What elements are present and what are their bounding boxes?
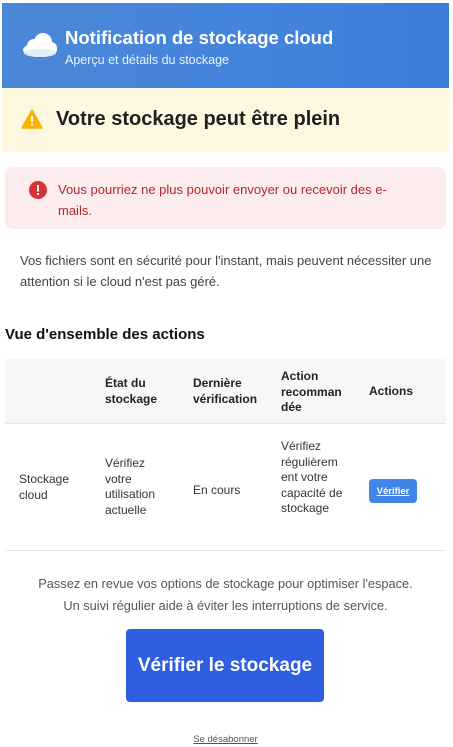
footer-text: Passez en revue vos options de stockage … (2, 573, 449, 617)
error-circle-icon (29, 181, 47, 199)
cell-state: Vérifiez votre utilisation actuelle (105, 456, 156, 517)
table-row: Stockage cloud Vérifiez votre utilisatio… (5, 424, 446, 551)
column-header: Actions (369, 384, 414, 398)
column-header: Dernière vérification (193, 376, 258, 406)
alert-box: Vous pourriez ne plus pouvoir envoyer ou… (5, 167, 446, 229)
footer-line-2: Un suivi régulier aide à éviter les inte… (63, 598, 388, 613)
section-title: Vue d'ensemble des actions (5, 326, 205, 343)
footer-line-1: Passez en revue vos options de stockage … (38, 576, 413, 591)
table-header: État du stockage Dernière vérification A… (5, 359, 446, 424)
column-header: Action recomman dée (281, 369, 342, 414)
verify-row-button[interactable]: Vérifier (369, 479, 417, 503)
header-subtitle: Aperçu et détails du stockage (65, 53, 229, 67)
verify-storage-button[interactable]: Vérifier le stockage (126, 629, 324, 702)
email-frame: Notification de stockage cloud Aperçu et… (2, 3, 449, 745)
cell-last-check: En cours (193, 483, 241, 497)
warning-triangle-icon (21, 109, 43, 129)
unsubscribe-link[interactable]: Se désabonner (2, 734, 449, 745)
alert-message: Vous pourriez ne plus pouvoir envoyer ou… (58, 182, 387, 218)
warning-banner: Votre stockage peut être plein (2, 88, 449, 152)
cell-recommended: Vérifiez régulièrem ent votre capacité d… (281, 439, 343, 515)
header-title: Notification de stockage cloud (65, 27, 334, 48)
intro-text: Vos fichiers sont en sécurité pour l'ins… (20, 253, 432, 289)
column-header: État du stockage (105, 376, 158, 406)
warning-title: Votre stockage peut être plein (56, 108, 341, 130)
header-banner: Notification de stockage cloud Aperçu et… (2, 3, 449, 88)
cloud-icon (23, 33, 57, 57)
cell-item: Stockage cloud (19, 472, 70, 502)
